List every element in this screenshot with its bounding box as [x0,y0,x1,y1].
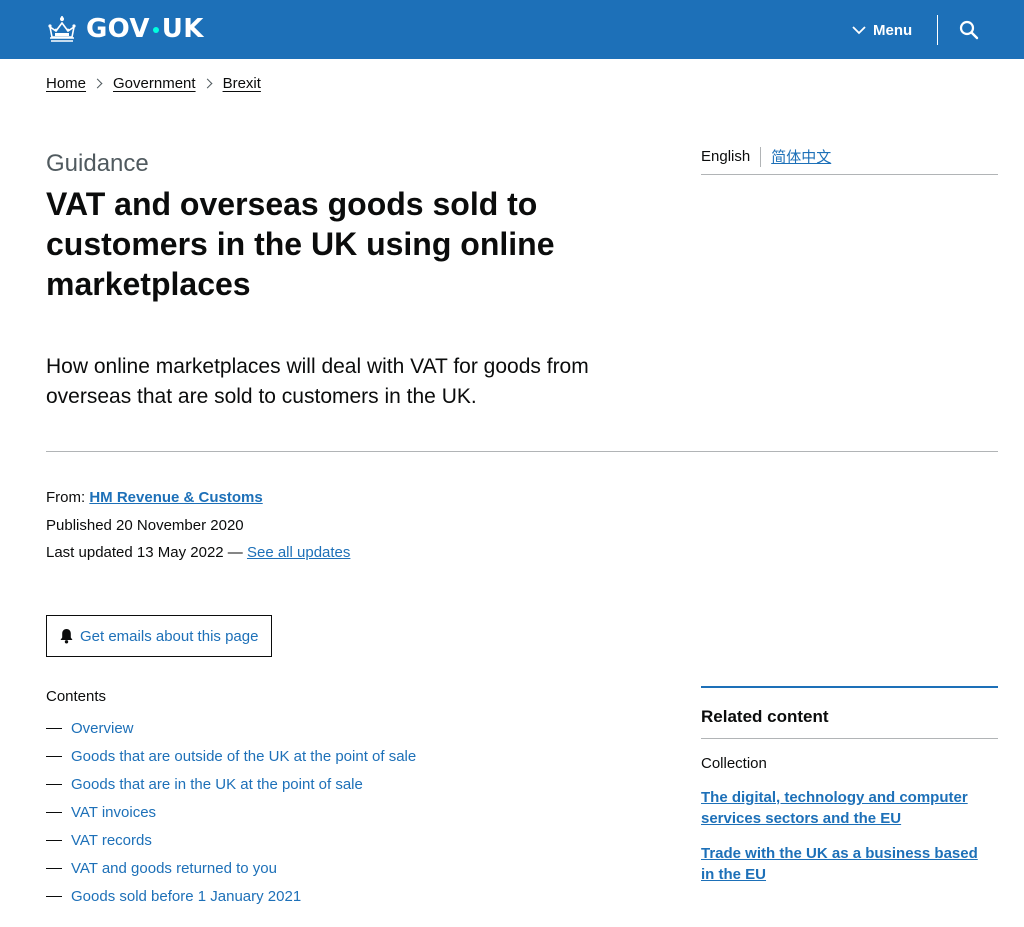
last-updated-date: Last updated 13 May 2022 — [46,544,243,561]
logo-dot [152,27,159,33]
breadcrumb-brexit[interactable]: Brexit [223,75,261,92]
crown-icon [48,16,76,42]
organisation-link[interactable]: HM Revenue & Customs [89,489,262,506]
list-item: Overview [46,714,416,742]
language-current: English [701,147,762,167]
related-content-heading: Related content [701,688,998,739]
search-button[interactable] [955,16,983,44]
contents-link-before-2021[interactable]: Goods sold before 1 January 2021 [71,888,301,905]
list-item: VAT invoices [46,798,416,826]
menu-label: Menu [873,21,913,39]
contents-link-vat-invoices[interactable]: VAT invoices [71,804,156,821]
bell-icon [60,629,73,644]
chevron-right-icon [92,78,103,89]
chevron-right-icon [202,78,213,89]
get-emails-button[interactable]: Get emails about this page [46,615,272,657]
related-link-digital-sectors[interactable]: The digital, technology and computer ser… [701,787,991,829]
header-divider [937,15,938,45]
list-item: VAT and goods returned to you [46,854,416,882]
page-title: VAT and overseas goods sold to customers… [46,186,555,302]
from-label: From: [46,489,86,506]
related-link-trade-with-uk[interactable]: Trade with the UK as a business based in… [701,843,991,885]
dash-icon [46,895,62,897]
page-caption: Guidance [46,150,149,177]
search-icon [959,20,979,40]
metadata: From: HM Revenue & Customs Published 20 … [46,484,350,567]
dash-icon [46,839,62,841]
dash-icon [46,783,62,785]
contents-link-returned-goods[interactable]: VAT and goods returned to you [71,860,277,877]
govuk-logotype: GOV UK [86,14,204,44]
contents-link-vat-records[interactable]: VAT records [71,832,152,849]
metadata-updated: Last updated 13 May 2022 — See all updat… [46,539,350,567]
language-link-chinese[interactable]: 简体中文 [771,147,831,167]
list-item: Goods that are in the UK at the point of… [46,770,416,798]
contents-list: Overview Goods that are outside of the U… [46,714,416,910]
site-header: GOV UK Menu [0,0,1024,59]
get-emails-label: Get emails about this page [80,627,259,645]
menu-button[interactable]: Menu [852,17,912,43]
logo-text-gov: GOV [86,14,150,44]
related-collection-label: Collection [701,755,767,772]
breadcrumb: Home Government Brexit [46,75,261,92]
logo-text-uk: UK [161,14,204,44]
dash-icon [46,867,62,869]
contents-heading: Contents [46,688,107,705]
published-date: Published 20 November 2020 [46,516,244,534]
language-switcher: English 简体中文 [701,147,998,175]
contents-link-in-uk[interactable]: Goods that are in the UK at the point of… [71,776,363,793]
list-item: VAT records [46,826,416,854]
see-all-updates-link[interactable]: See all updates [247,544,350,561]
list-item: Goods sold before 1 January 2021 [46,882,416,910]
contents-link-overview[interactable]: Overview [71,720,134,737]
section-divider [46,451,998,452]
metadata-from: From: HM Revenue & Customs [46,484,350,512]
contents-link-outside-uk[interactable]: Goods that are outside of the UK at the … [71,748,416,765]
related-content: Related content Collection The digital, … [701,686,998,885]
page-summary: How online marketplaces will deal with V… [46,355,589,408]
dash-icon [46,727,62,729]
govuk-logo-link[interactable]: GOV UK [46,12,204,46]
chevron-down-icon [852,25,866,34]
dash-icon [46,755,62,757]
breadcrumb-government[interactable]: Government [113,75,196,92]
breadcrumb-home[interactable]: Home [46,75,86,92]
list-item: Goods that are outside of the UK at the … [46,742,416,770]
dash-icon [46,811,62,813]
